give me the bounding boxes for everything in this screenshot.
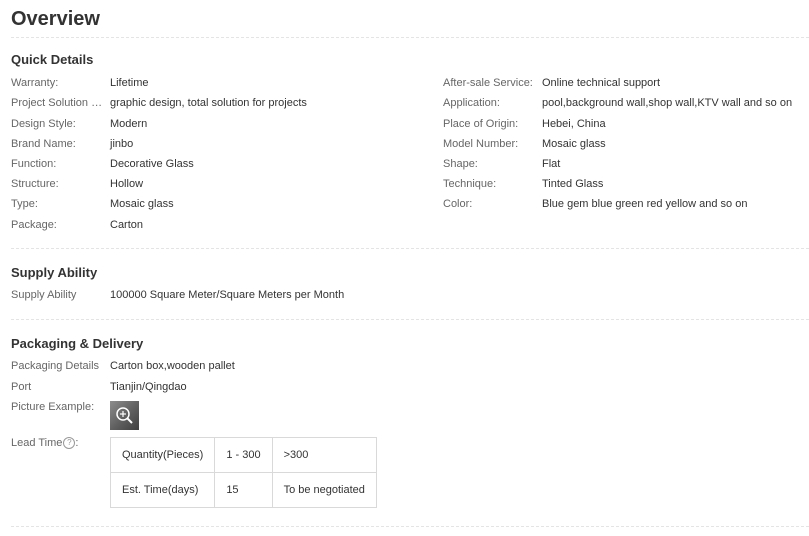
detail-label: Brand Name: bbox=[11, 138, 76, 150]
detail-label: Application: bbox=[443, 97, 500, 109]
detail-label: Picture Example: bbox=[11, 401, 95, 413]
zoom-in-icon bbox=[116, 407, 133, 424]
detail-value: Carton bbox=[110, 219, 144, 231]
detail-value: Hollow bbox=[110, 178, 144, 190]
table-row: Quantity(Pieces) 1 - 300 >300 bbox=[109, 437, 377, 473]
page-title: Overview bbox=[11, 8, 100, 30]
divider bbox=[11, 526, 809, 527]
table-cell: Quantity(Pieces) bbox=[109, 437, 216, 473]
lead-time-label-row: Lead Time?: bbox=[11, 436, 78, 450]
table-cell: Est. Time(days) bbox=[109, 472, 216, 508]
detail-value: Tianjin/Qingdao bbox=[110, 381, 187, 393]
detail-value: Mosaic glass bbox=[110, 198, 174, 210]
detail-value: pool,background wall,shop wall,KTV wall … bbox=[542, 97, 793, 109]
help-icon[interactable]: ? bbox=[63, 437, 76, 450]
lead-time-colon: : bbox=[75, 437, 79, 449]
picture-example-thumbnail[interactable] bbox=[110, 401, 139, 430]
detail-label: Function: bbox=[11, 158, 57, 170]
detail-value: Lifetime bbox=[110, 77, 149, 89]
detail-label: Design Style: bbox=[11, 118, 76, 130]
detail-value: Online technical support bbox=[542, 77, 661, 89]
detail-label: Model Number: bbox=[443, 138, 519, 150]
table-row: Est. Time(days) 15 To be negotiated bbox=[109, 472, 377, 508]
detail-value: graphic design, total solution for proje… bbox=[110, 97, 307, 109]
detail-label: Warranty: bbox=[11, 77, 59, 89]
detail-label: Structure: bbox=[11, 178, 59, 190]
divider bbox=[11, 37, 809, 38]
detail-value: Decorative Glass bbox=[110, 158, 194, 170]
detail-value: Mosaic glass bbox=[542, 138, 606, 150]
quick-details-title: Quick Details bbox=[11, 52, 94, 67]
detail-label: Package: bbox=[11, 219, 57, 231]
detail-value: 100000 Square Meter/Square Meters per Mo… bbox=[110, 289, 345, 301]
detail-label: Place of Origin: bbox=[443, 118, 519, 130]
detail-value: jinbo bbox=[110, 138, 134, 150]
detail-label: Color: bbox=[443, 198, 473, 210]
supply-ability-title: Supply Ability bbox=[11, 265, 98, 280]
table-cell: 15 bbox=[214, 472, 273, 508]
detail-label: Project Solution Ca... bbox=[11, 97, 110, 109]
detail-label: Port bbox=[11, 381, 32, 393]
detail-label: Type: bbox=[11, 198, 38, 210]
detail-value: Modern bbox=[110, 118, 148, 130]
packaging-delivery-title: Packaging & Delivery bbox=[11, 336, 144, 351]
table-cell: 1 - 300 bbox=[214, 437, 273, 473]
detail-value: Tinted Glass bbox=[542, 178, 604, 190]
divider bbox=[11, 248, 809, 249]
lead-time-label: Lead Time bbox=[11, 437, 63, 449]
lead-time-table: Quantity(Pieces) 1 - 300 >300 Est. Time(… bbox=[109, 437, 377, 508]
detail-value: Hebei, China bbox=[542, 118, 606, 130]
detail-label: Shape: bbox=[443, 158, 478, 170]
detail-value: Blue gem blue green red yellow and so on bbox=[542, 198, 748, 210]
table-cell: >300 bbox=[271, 437, 377, 473]
detail-label: Packaging Details bbox=[11, 360, 100, 372]
detail-label: After-sale Service: bbox=[443, 77, 533, 89]
detail-value: Carton box,wooden pallet bbox=[110, 360, 235, 372]
table-cell: To be negotiated bbox=[271, 472, 377, 508]
detail-label: Supply Ability bbox=[11, 289, 77, 301]
detail-label: Technique: bbox=[443, 178, 497, 190]
divider bbox=[11, 319, 809, 320]
detail-value: Flat bbox=[542, 158, 561, 170]
